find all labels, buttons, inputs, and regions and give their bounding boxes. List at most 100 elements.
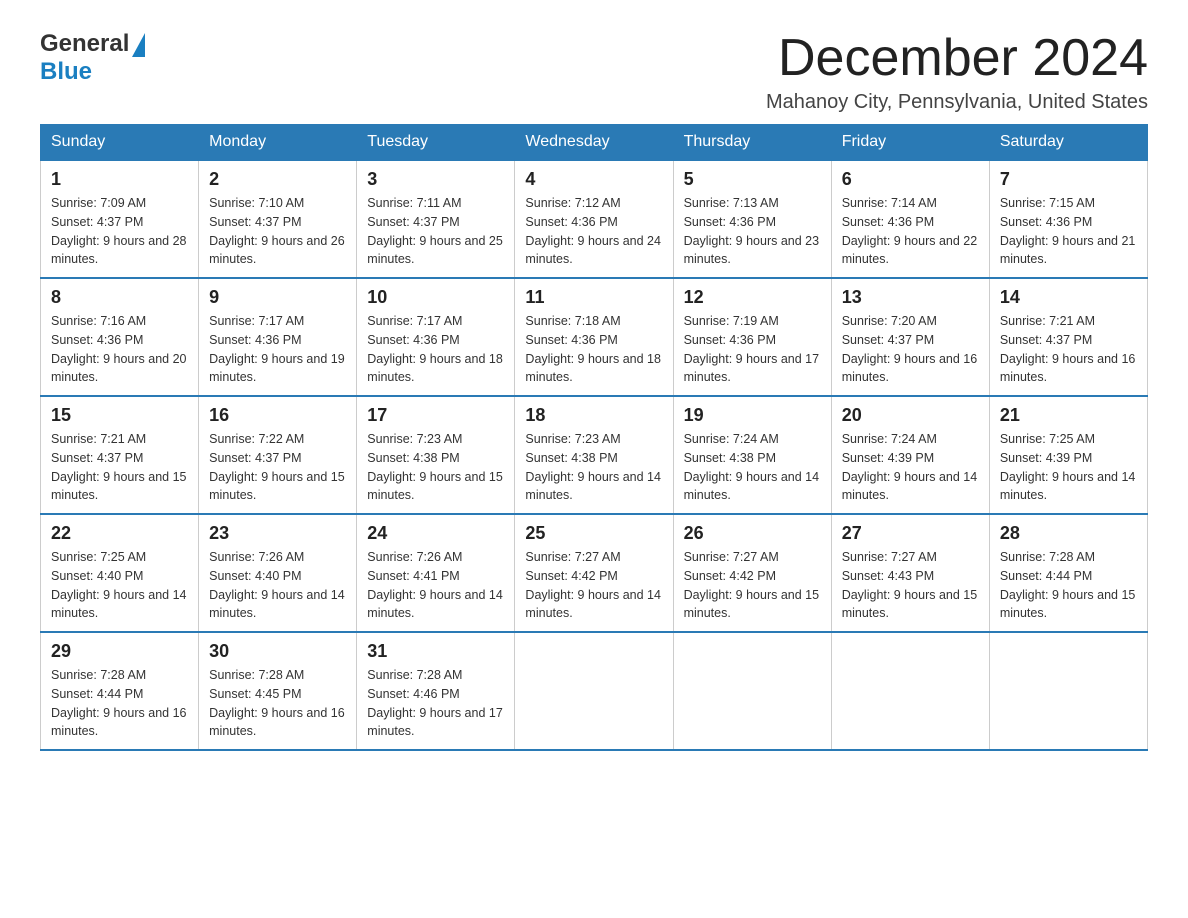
calendar-week-row: 8 Sunrise: 7:16 AMSunset: 4:36 PMDayligh… bbox=[41, 278, 1148, 396]
calendar-cell: 21 Sunrise: 7:25 AMSunset: 4:39 PMDaylig… bbox=[989, 396, 1147, 514]
calendar-cell: 9 Sunrise: 7:17 AMSunset: 4:36 PMDayligh… bbox=[199, 278, 357, 396]
day-info: Sunrise: 7:20 AMSunset: 4:37 PMDaylight:… bbox=[842, 312, 979, 387]
day-number: 3 bbox=[367, 169, 504, 190]
day-number: 26 bbox=[684, 523, 821, 544]
day-info: Sunrise: 7:09 AMSunset: 4:37 PMDaylight:… bbox=[51, 194, 188, 269]
logo: General Blue bbox=[40, 30, 145, 86]
day-number: 4 bbox=[525, 169, 662, 190]
day-number: 6 bbox=[842, 169, 979, 190]
day-number: 8 bbox=[51, 287, 188, 308]
calendar-cell: 27 Sunrise: 7:27 AMSunset: 4:43 PMDaylig… bbox=[831, 514, 989, 632]
day-number: 9 bbox=[209, 287, 346, 308]
day-info: Sunrise: 7:15 AMSunset: 4:36 PMDaylight:… bbox=[1000, 194, 1137, 269]
day-info: Sunrise: 7:21 AMSunset: 4:37 PMDaylight:… bbox=[51, 430, 188, 505]
calendar-cell: 24 Sunrise: 7:26 AMSunset: 4:41 PMDaylig… bbox=[357, 514, 515, 632]
calendar-cell: 5 Sunrise: 7:13 AMSunset: 4:36 PMDayligh… bbox=[673, 160, 831, 278]
day-number: 28 bbox=[1000, 523, 1137, 544]
day-info: Sunrise: 7:25 AMSunset: 4:39 PMDaylight:… bbox=[1000, 430, 1137, 505]
calendar-header-sunday: Sunday bbox=[41, 125, 199, 161]
calendar-cell: 15 Sunrise: 7:21 AMSunset: 4:37 PMDaylig… bbox=[41, 396, 199, 514]
calendar-cell: 3 Sunrise: 7:11 AMSunset: 4:37 PMDayligh… bbox=[357, 160, 515, 278]
day-info: Sunrise: 7:19 AMSunset: 4:36 PMDaylight:… bbox=[684, 312, 821, 387]
calendar-cell: 22 Sunrise: 7:25 AMSunset: 4:40 PMDaylig… bbox=[41, 514, 199, 632]
day-info: Sunrise: 7:14 AMSunset: 4:36 PMDaylight:… bbox=[842, 194, 979, 269]
day-number: 25 bbox=[525, 523, 662, 544]
calendar-header-thursday: Thursday bbox=[673, 125, 831, 161]
day-number: 7 bbox=[1000, 169, 1137, 190]
day-info: Sunrise: 7:27 AMSunset: 4:42 PMDaylight:… bbox=[525, 548, 662, 623]
calendar-cell: 12 Sunrise: 7:19 AMSunset: 4:36 PMDaylig… bbox=[673, 278, 831, 396]
calendar-header-row: SundayMondayTuesdayWednesdayThursdayFrid… bbox=[41, 125, 1148, 161]
calendar-cell: 26 Sunrise: 7:27 AMSunset: 4:42 PMDaylig… bbox=[673, 514, 831, 632]
day-number: 5 bbox=[684, 169, 821, 190]
day-number: 29 bbox=[51, 641, 188, 662]
day-info: Sunrise: 7:28 AMSunset: 4:46 PMDaylight:… bbox=[367, 666, 504, 741]
location-subtitle: Mahanoy City, Pennsylvania, United State… bbox=[766, 91, 1148, 114]
day-number: 21 bbox=[1000, 405, 1137, 426]
calendar-week-row: 15 Sunrise: 7:21 AMSunset: 4:37 PMDaylig… bbox=[41, 396, 1148, 514]
day-number: 13 bbox=[842, 287, 979, 308]
day-info: Sunrise: 7:28 AMSunset: 4:45 PMDaylight:… bbox=[209, 666, 346, 741]
day-info: Sunrise: 7:18 AMSunset: 4:36 PMDaylight:… bbox=[525, 312, 662, 387]
calendar-week-row: 22 Sunrise: 7:25 AMSunset: 4:40 PMDaylig… bbox=[41, 514, 1148, 632]
calendar-header-saturday: Saturday bbox=[989, 125, 1147, 161]
day-number: 1 bbox=[51, 169, 188, 190]
calendar-header-monday: Monday bbox=[199, 125, 357, 161]
day-info: Sunrise: 7:12 AMSunset: 4:36 PMDaylight:… bbox=[525, 194, 662, 269]
day-info: Sunrise: 7:24 AMSunset: 4:39 PMDaylight:… bbox=[842, 430, 979, 505]
calendar-cell bbox=[989, 632, 1147, 750]
calendar-cell: 11 Sunrise: 7:18 AMSunset: 4:36 PMDaylig… bbox=[515, 278, 673, 396]
day-number: 22 bbox=[51, 523, 188, 544]
day-info: Sunrise: 7:24 AMSunset: 4:38 PMDaylight:… bbox=[684, 430, 821, 505]
calendar-cell: 17 Sunrise: 7:23 AMSunset: 4:38 PMDaylig… bbox=[357, 396, 515, 514]
calendar-cell: 8 Sunrise: 7:16 AMSunset: 4:36 PMDayligh… bbox=[41, 278, 199, 396]
calendar-week-row: 29 Sunrise: 7:28 AMSunset: 4:44 PMDaylig… bbox=[41, 632, 1148, 750]
day-info: Sunrise: 7:21 AMSunset: 4:37 PMDaylight:… bbox=[1000, 312, 1137, 387]
day-number: 12 bbox=[684, 287, 821, 308]
calendar-cell bbox=[515, 632, 673, 750]
calendar-table: SundayMondayTuesdayWednesdayThursdayFrid… bbox=[40, 124, 1148, 751]
day-number: 18 bbox=[525, 405, 662, 426]
day-number: 31 bbox=[367, 641, 504, 662]
day-number: 11 bbox=[525, 287, 662, 308]
day-info: Sunrise: 7:25 AMSunset: 4:40 PMDaylight:… bbox=[51, 548, 188, 623]
day-number: 16 bbox=[209, 405, 346, 426]
calendar-cell: 14 Sunrise: 7:21 AMSunset: 4:37 PMDaylig… bbox=[989, 278, 1147, 396]
day-number: 17 bbox=[367, 405, 504, 426]
day-info: Sunrise: 7:13 AMSunset: 4:36 PMDaylight:… bbox=[684, 194, 821, 269]
calendar-cell: 31 Sunrise: 7:28 AMSunset: 4:46 PMDaylig… bbox=[357, 632, 515, 750]
day-info: Sunrise: 7:26 AMSunset: 4:40 PMDaylight:… bbox=[209, 548, 346, 623]
month-year-title: December 2024 bbox=[766, 30, 1148, 87]
calendar-header-wednesday: Wednesday bbox=[515, 125, 673, 161]
calendar-cell: 19 Sunrise: 7:24 AMSunset: 4:38 PMDaylig… bbox=[673, 396, 831, 514]
day-number: 15 bbox=[51, 405, 188, 426]
calendar-cell: 23 Sunrise: 7:26 AMSunset: 4:40 PMDaylig… bbox=[199, 514, 357, 632]
calendar-cell: 6 Sunrise: 7:14 AMSunset: 4:36 PMDayligh… bbox=[831, 160, 989, 278]
day-info: Sunrise: 7:16 AMSunset: 4:36 PMDaylight:… bbox=[51, 312, 188, 387]
day-number: 23 bbox=[209, 523, 346, 544]
day-info: Sunrise: 7:23 AMSunset: 4:38 PMDaylight:… bbox=[367, 430, 504, 505]
day-number: 24 bbox=[367, 523, 504, 544]
calendar-cell: 10 Sunrise: 7:17 AMSunset: 4:36 PMDaylig… bbox=[357, 278, 515, 396]
calendar-cell bbox=[831, 632, 989, 750]
calendar-header-friday: Friday bbox=[831, 125, 989, 161]
day-info: Sunrise: 7:22 AMSunset: 4:37 PMDaylight:… bbox=[209, 430, 346, 505]
day-info: Sunrise: 7:26 AMSunset: 4:41 PMDaylight:… bbox=[367, 548, 504, 623]
logo-general-text: General bbox=[40, 30, 129, 58]
title-section: December 2024 Mahanoy City, Pennsylvania… bbox=[766, 30, 1148, 114]
calendar-cell: 1 Sunrise: 7:09 AMSunset: 4:37 PMDayligh… bbox=[41, 160, 199, 278]
calendar-cell: 28 Sunrise: 7:28 AMSunset: 4:44 PMDaylig… bbox=[989, 514, 1147, 632]
calendar-cell: 2 Sunrise: 7:10 AMSunset: 4:37 PMDayligh… bbox=[199, 160, 357, 278]
calendar-cell: 30 Sunrise: 7:28 AMSunset: 4:45 PMDaylig… bbox=[199, 632, 357, 750]
calendar-week-row: 1 Sunrise: 7:09 AMSunset: 4:37 PMDayligh… bbox=[41, 160, 1148, 278]
calendar-cell: 18 Sunrise: 7:23 AMSunset: 4:38 PMDaylig… bbox=[515, 396, 673, 514]
calendar-cell: 4 Sunrise: 7:12 AMSunset: 4:36 PMDayligh… bbox=[515, 160, 673, 278]
day-number: 27 bbox=[842, 523, 979, 544]
calendar-cell bbox=[673, 632, 831, 750]
day-info: Sunrise: 7:11 AMSunset: 4:37 PMDaylight:… bbox=[367, 194, 504, 269]
calendar-cell: 13 Sunrise: 7:20 AMSunset: 4:37 PMDaylig… bbox=[831, 278, 989, 396]
logo-triangle-icon bbox=[132, 33, 145, 57]
day-info: Sunrise: 7:28 AMSunset: 4:44 PMDaylight:… bbox=[1000, 548, 1137, 623]
day-number: 19 bbox=[684, 405, 821, 426]
day-info: Sunrise: 7:28 AMSunset: 4:44 PMDaylight:… bbox=[51, 666, 188, 741]
